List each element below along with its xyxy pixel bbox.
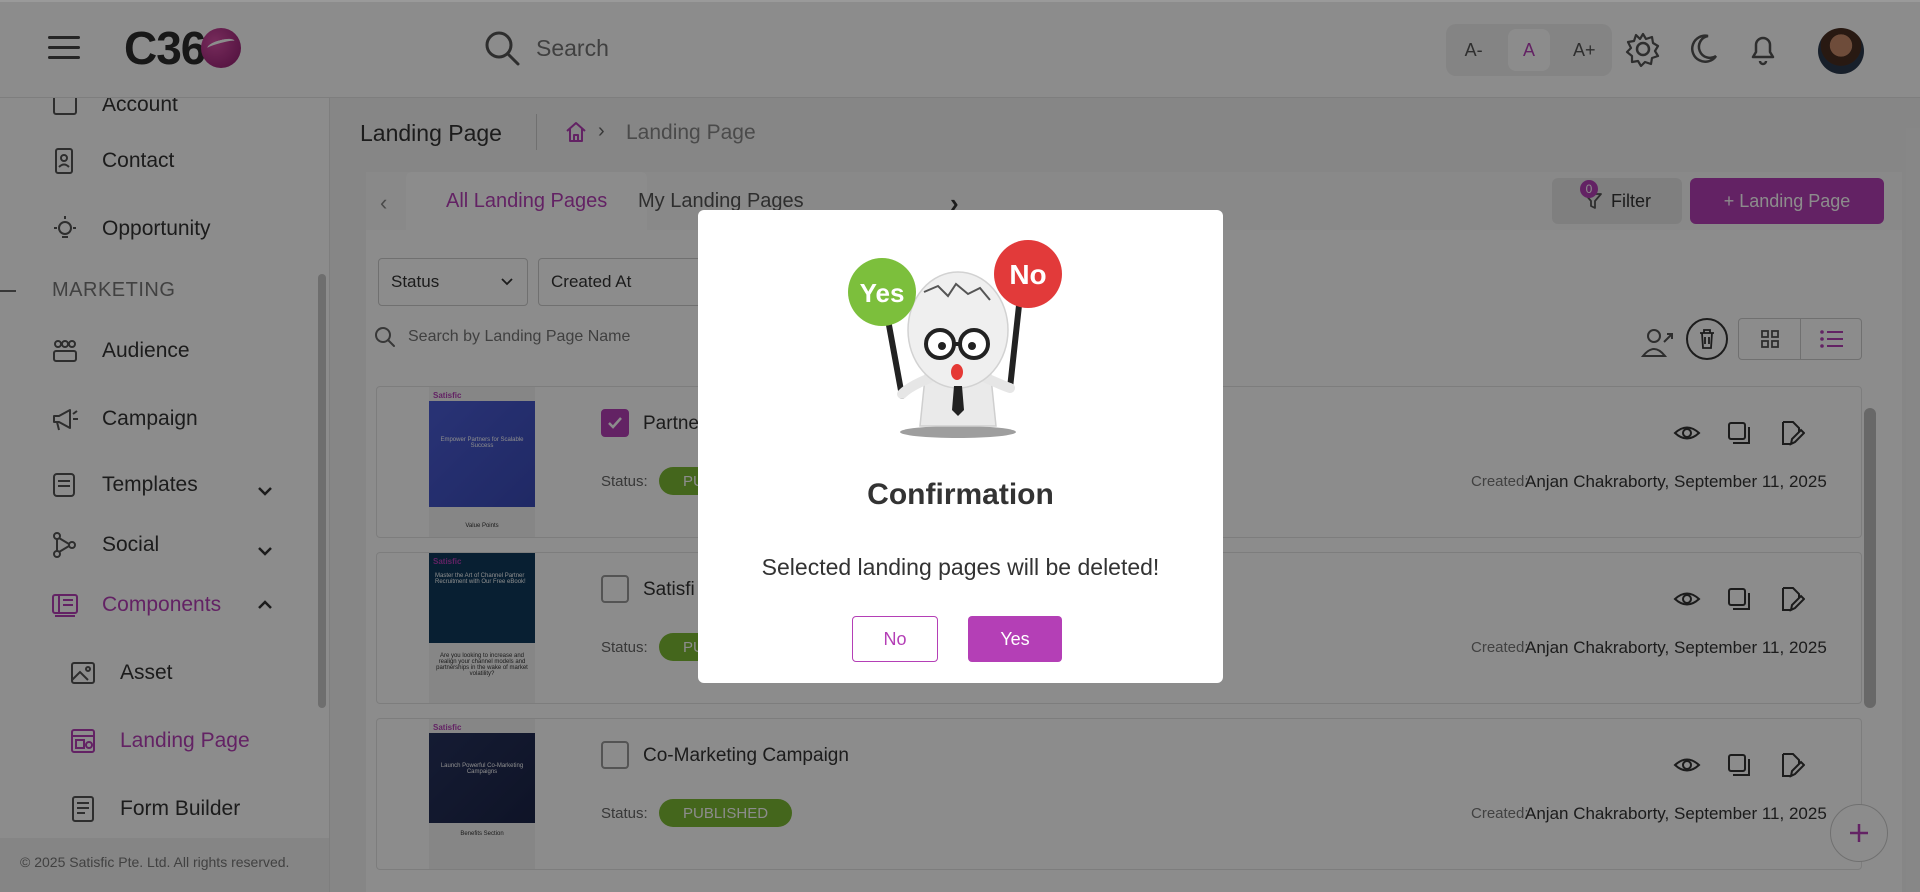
no-button[interactable]: No <box>852 616 938 662</box>
sign-yes-text: Yes <box>860 278 905 308</box>
dialog-message: Selected landing pages will be deleted! <box>761 554 1160 580</box>
dialog-title: Confirmation <box>867 478 1054 511</box>
top-border <box>0 0 1920 2</box>
yes-button[interactable]: Yes <box>968 616 1062 662</box>
confirmation-dialog: Yes No Confirmation Selected landing pag… <box>698 210 1223 683</box>
sign-no-text: No <box>1009 259 1046 290</box>
yes-no-character-illustration: Yes No <box>848 240 1062 438</box>
